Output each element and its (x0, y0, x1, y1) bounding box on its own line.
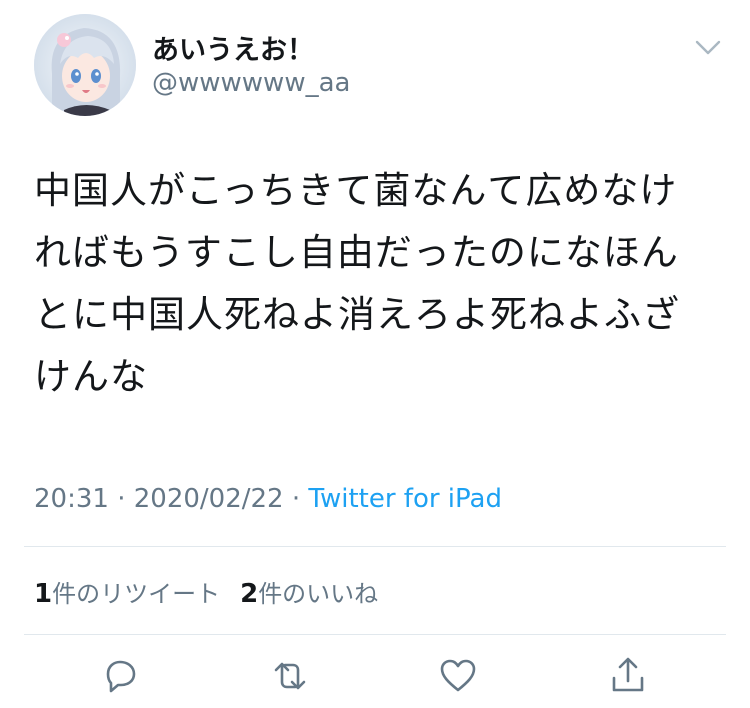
tweet-time: 20:31 (34, 484, 109, 514)
tweet-detail: あいうえお！ @wwwwww_aa 中国人がこっちきて菌なんて広めなければもうす… (0, 0, 750, 708)
like-button[interactable] (436, 654, 480, 698)
tweet-text: 中国人がこっちきて菌なんて広めなければもうすこし自由だったのになほんとに中国人死… (34, 169, 680, 398)
display-name[interactable]: あいうえお！ (152, 28, 314, 67)
divider (24, 546, 726, 547)
heart-icon (440, 659, 476, 692)
avatar[interactable] (34, 14, 136, 116)
tweet-source-link[interactable]: Twitter for iPad (308, 484, 502, 514)
retweet-button[interactable] (268, 654, 312, 698)
tweet-stats: 1件のリツイート 2件のいいね (34, 574, 378, 609)
tweet-date: 2020/02/22 (133, 484, 284, 514)
like-count: 2 (240, 579, 259, 609)
user-handle[interactable]: @wwwwww_aa (152, 68, 350, 98)
reply-icon (106, 660, 136, 693)
retweet-stat[interactable]: 1件のリツイート (34, 579, 221, 609)
tweet-meta: 20:31 · 2020/02/22 · Twitter for iPad (34, 484, 502, 514)
like-stat[interactable]: 2件のいいね (240, 579, 379, 609)
retweet-label: 件のリツイート (52, 580, 221, 608)
anime-avatar-icon (34, 14, 136, 116)
share-icon (612, 657, 644, 692)
retweet-icon (274, 662, 306, 690)
share-button[interactable] (606, 654, 650, 698)
divider (24, 634, 726, 635)
chevron-down-icon[interactable] (690, 32, 726, 62)
like-label: 件のいいね (258, 580, 379, 608)
meta-separator: · (283, 484, 309, 514)
retweet-count: 1 (34, 579, 53, 609)
meta-separator: · (108, 484, 134, 514)
reply-button[interactable] (98, 654, 142, 698)
